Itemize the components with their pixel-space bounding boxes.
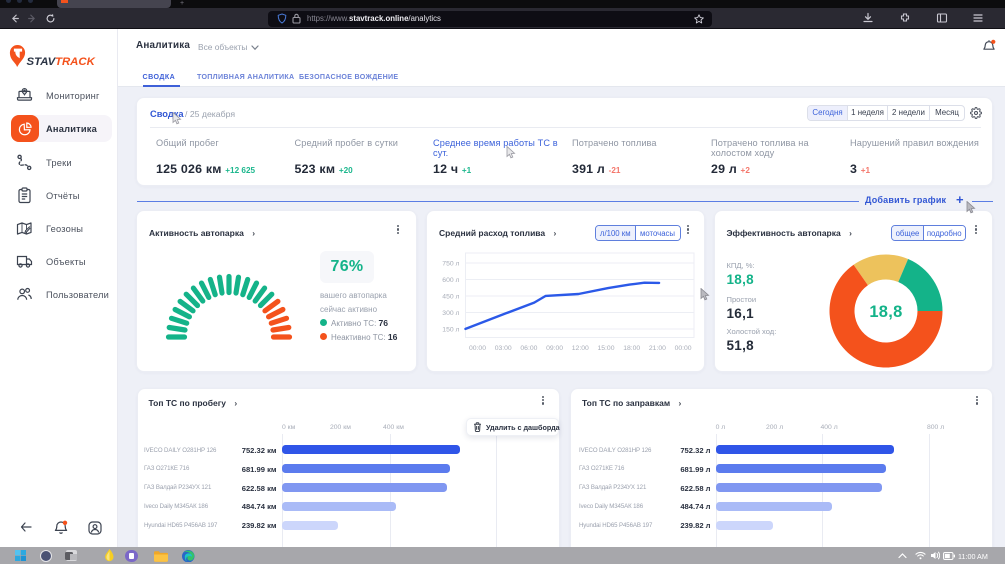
svg-text:00:00: 00:00 (674, 345, 691, 352)
svg-text:21:00: 21:00 (648, 345, 665, 352)
svg-text:600 л: 600 л (442, 277, 459, 284)
svg-text:06:00: 06:00 (520, 345, 537, 352)
svg-text:09:00: 09:00 (546, 345, 563, 352)
svg-text:00:00: 00:00 (468, 345, 485, 352)
svg-text:12:00: 12:00 (571, 345, 588, 352)
svg-text:750 л: 750 л (442, 261, 459, 268)
svg-text:18:00: 18:00 (623, 345, 640, 352)
svg-text:150 л: 150 л (442, 327, 459, 334)
svg-text:450 л: 450 л (442, 294, 459, 301)
svg-text:300 л: 300 л (442, 310, 459, 317)
svg-text:18,8: 18,8 (869, 303, 902, 321)
svg-text:STAV: STAV (27, 56, 57, 68)
svg-text:TRACK: TRACK (55, 56, 96, 68)
svg-text:03:00: 03:00 (494, 345, 511, 352)
svg-text:15:00: 15:00 (597, 345, 614, 352)
